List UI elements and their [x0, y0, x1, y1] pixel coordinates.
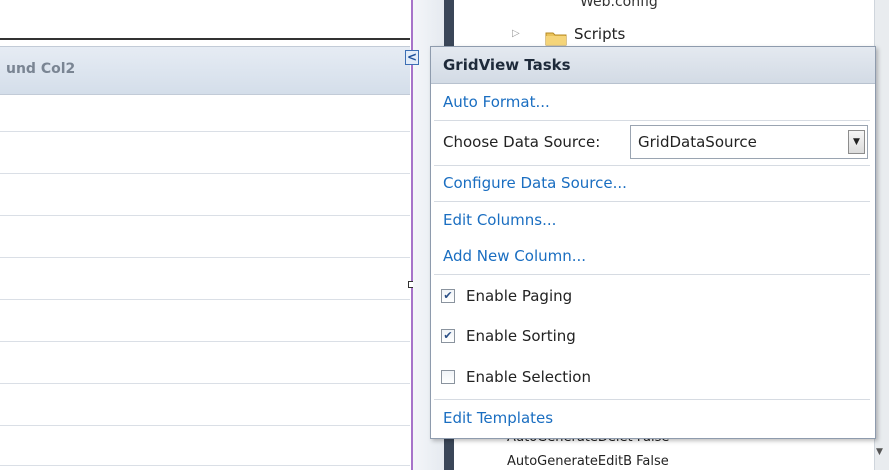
edit-columns-link[interactable]: Edit Columns...: [443, 211, 556, 229]
data-source-dropdown[interactable]: GridDataSource ▼: [630, 125, 868, 159]
grid-header-row[interactable]: und Col2: [0, 46, 410, 95]
section-divider: [434, 165, 870, 166]
section-divider: [434, 274, 870, 275]
enable-sorting-label: Enable Sorting: [466, 327, 576, 345]
property-row-autogenerate-edit[interactable]: AutoGenerateEditB False: [507, 454, 669, 469]
section-divider: [434, 120, 870, 121]
grid-row-divider: [0, 341, 410, 342]
scroll-down-icon[interactable]: ▼: [876, 447, 883, 457]
tree-expander-icon[interactable]: ▷: [512, 28, 520, 39]
smart-tag-button[interactable]: <: [405, 50, 419, 65]
grid-row-divider: [0, 425, 410, 426]
grid-row-divider: [0, 173, 410, 174]
edit-templates-link[interactable]: Edit Templates: [443, 409, 553, 427]
enable-selection-checkbox[interactable]: [441, 370, 455, 384]
section-divider: [434, 399, 870, 400]
properties-scrollbar[interactable]: [874, 0, 889, 470]
tree-item-scripts[interactable]: Scripts: [574, 25, 625, 43]
grid-row-divider: [0, 257, 410, 258]
grid-top-border: [0, 38, 410, 40]
grid-row-divider: [0, 299, 410, 300]
grid-designer-surface[interactable]: und Col2: [0, 0, 413, 470]
grid-row-divider: [0, 215, 410, 216]
choose-data-source-label: Choose Data Source:: [443, 133, 601, 151]
add-new-column-link[interactable]: Add New Column...: [443, 247, 586, 265]
chevron-down-icon[interactable]: ▼: [848, 130, 865, 154]
tasks-panel-header: GridView Tasks: [431, 47, 875, 84]
grid-row-divider: [0, 383, 410, 384]
grid-row-divider: [0, 465, 410, 466]
solution-explorer-panel: [454, 0, 874, 48]
folder-icon: [545, 32, 567, 46]
enable-selection-label: Enable Selection: [466, 368, 591, 386]
tasks-panel-title: GridView Tasks: [443, 56, 571, 74]
section-divider: [434, 201, 870, 202]
enable-paging-checkbox[interactable]: ✔: [441, 289, 455, 303]
tree-item-web-config[interactable]: Web.config: [580, 0, 658, 10]
auto-format-link[interactable]: Auto Format...: [443, 93, 550, 111]
data-source-selected-value: GridDataSource: [638, 133, 757, 151]
gridview-tasks-panel: GridView Tasks Auto Format... Choose Dat…: [430, 46, 876, 439]
enable-paging-label: Enable Paging: [466, 287, 573, 305]
configure-data-source-link[interactable]: Configure Data Source...: [443, 174, 627, 192]
grid-column-header-label: und Col2: [6, 61, 76, 77]
grid-row-divider: [0, 131, 410, 132]
enable-sorting-checkbox[interactable]: ✔: [441, 329, 455, 343]
